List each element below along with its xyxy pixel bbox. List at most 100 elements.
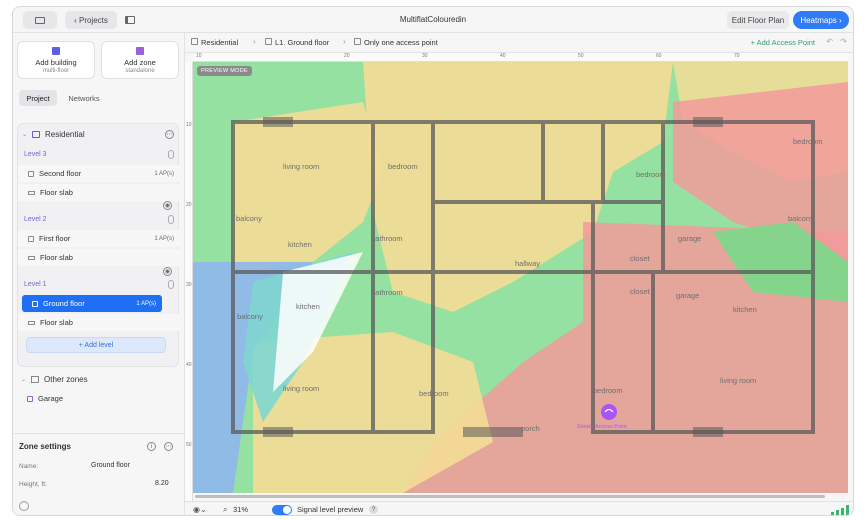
room-label: bathroom [371,234,403,243]
title-bar: ‹ Projects MultiflatColouredin Edit Floo… [13,7,853,33]
add-building-label: Add building [35,58,77,67]
signal-preview-toggle[interactable] [272,505,292,515]
add-level-button[interactable]: + Add level [26,337,166,353]
floor-name: Second floor [39,169,82,178]
app-window: ‹ Projects MultiflatColouredin Edit Floo… [12,6,854,516]
floor-slab-item[interactable]: Floor slab [18,249,180,266]
zoom-level[interactable]: 31% [233,505,248,514]
zone-icon [136,47,144,55]
visibility-icon[interactable]: ◉ [163,267,172,276]
slab-name: Floor slab [40,253,73,262]
more-options-icon[interactable]: ⋯ [164,442,173,451]
room-label: kitchen [288,240,312,249]
room-label: garage [676,291,700,300]
floor-item-second-floor[interactable]: Second floor 1 AP(s) [18,165,180,182]
level-header[interactable]: Level 2 [18,211,180,228]
slab-icon [28,190,35,195]
floor-item-ground-floor[interactable]: Ground floor 1 AP(s) [22,295,162,312]
slab-icon [28,255,35,260]
heatmaps-button[interactable]: Heatmaps › [793,11,849,29]
level-stepper-icon[interactable] [168,280,174,289]
chevron-down-icon: ⌄ [21,377,27,383]
add-zone-button[interactable]: Add zone standalone [101,41,179,79]
visibility-icon[interactable]: ◉ [163,201,172,210]
zone-height-label: Height, ft: [19,481,47,488]
info-icon[interactable]: i [147,442,156,451]
collapse-icon[interactable] [19,501,29,511]
room-label: bedroom [793,137,823,146]
panel-layout-button[interactable] [121,11,139,29]
redo-icon[interactable]: ↷ [840,37,847,46]
ap-count: 1 AP(s) [154,235,174,242]
heatmap-canvas[interactable]: PREVIEW MODE living room bedroom balcony… [193,62,848,493]
network-icon [354,38,361,45]
room-label: bathroom [371,288,403,297]
building-tree: ⌄ Residential ⋯ Level 3 Second floor 1 A… [17,123,180,367]
help-icon[interactable]: ? [369,505,378,514]
add-zone-sub: standalone [125,68,155,74]
zone-settings-title: Zone settings [19,442,72,451]
room-label: garage [678,234,702,243]
level-header[interactable]: Level 1 [18,276,180,293]
undo-icon[interactable]: ↶ [826,37,833,46]
level-stepper-icon[interactable] [168,215,174,224]
zone-item-garage[interactable]: Garage [17,390,179,407]
ruler-label: 60 [656,53,662,59]
sidebar-icon [35,16,45,24]
zone-height-value[interactable]: 8.20 [155,480,169,487]
ruler-label: 50 [186,442,192,448]
level-header[interactable]: Level 3 [18,146,180,163]
level-name: Level 2 [24,216,47,223]
building-icon [191,38,198,45]
breadcrumb-network[interactable]: Only one access point [364,38,438,47]
tab-networks[interactable]: Networks [61,90,107,106]
room-label: hallway [515,259,541,268]
signal-strength-icon [831,505,849,515]
ruler-top: 10 20 30 40 50 60 70 [193,53,848,62]
room-label: kitchen [296,302,320,311]
sidebar-tabs: Project Networks [19,90,179,106]
sidebar: Add building multi-floor Add zone standa… [13,33,185,515]
add-building-sub: multi-floor [42,68,70,74]
floor-slab-item[interactable]: Floor slab [18,314,180,331]
room-label: living room [283,162,320,171]
ruler-left: 10 20 30 40 50 [185,62,193,502]
eye-icon[interactable]: ◉⌄ [193,505,207,514]
building-row[interactable]: ⌄ Residential ⋯ [18,126,180,143]
chevron-down-icon: ⌄ [22,132,28,138]
ruler-label: 40 [500,53,506,59]
edit-floor-plan-button[interactable]: Edit Floor Plan [727,11,789,29]
room-label: living room [720,376,757,385]
panel-icon [125,16,135,24]
other-zones-title: Other zones [44,375,88,384]
horizontal-scrollbar[interactable] [195,495,825,498]
status-bar: ◉⌄ ⌕ 31% Signal level preview ? [185,501,853,515]
window-title: MultiflatColouredin [399,15,467,24]
access-point-label[interactable]: Simple Access Point [577,424,627,430]
level-name: Level 1 [24,281,47,288]
room-label: porch [521,424,540,433]
other-zones-header[interactable]: ⌄ Other zones [17,371,179,388]
room-label: bedroom [593,386,623,395]
ruler-label: 40 [186,362,192,368]
breadcrumb-toolbar: Residential › L1. Ground floor › Only on… [185,33,853,53]
level-stepper-icon[interactable] [168,150,174,159]
ruler-label: 20 [344,53,350,59]
floor-icon [28,235,34,242]
zones-icon [31,376,40,383]
add-building-button[interactable]: Add building multi-floor [17,41,95,79]
floor-item-first-floor[interactable]: First floor 1 AP(s) [18,230,180,247]
add-access-point-button[interactable]: + Add Access Point [751,38,815,47]
room-label: closet [630,254,650,263]
projects-back-button[interactable]: ‹ Projects [65,11,117,29]
zone-icon [27,395,33,402]
zone-name-value[interactable]: Ground floor [91,462,130,469]
more-options-icon[interactable]: ⋯ [165,130,174,139]
breadcrumb-floor[interactable]: L1. Ground floor [275,38,329,47]
breadcrumb-building[interactable]: Residential [201,38,238,47]
floor-slab-item[interactable]: Floor slab [18,184,180,201]
sidebar-toggle-button[interactable] [23,11,57,29]
slab-name: Floor slab [40,318,73,327]
slab-icon [28,320,35,325]
tab-project[interactable]: Project [19,90,57,106]
